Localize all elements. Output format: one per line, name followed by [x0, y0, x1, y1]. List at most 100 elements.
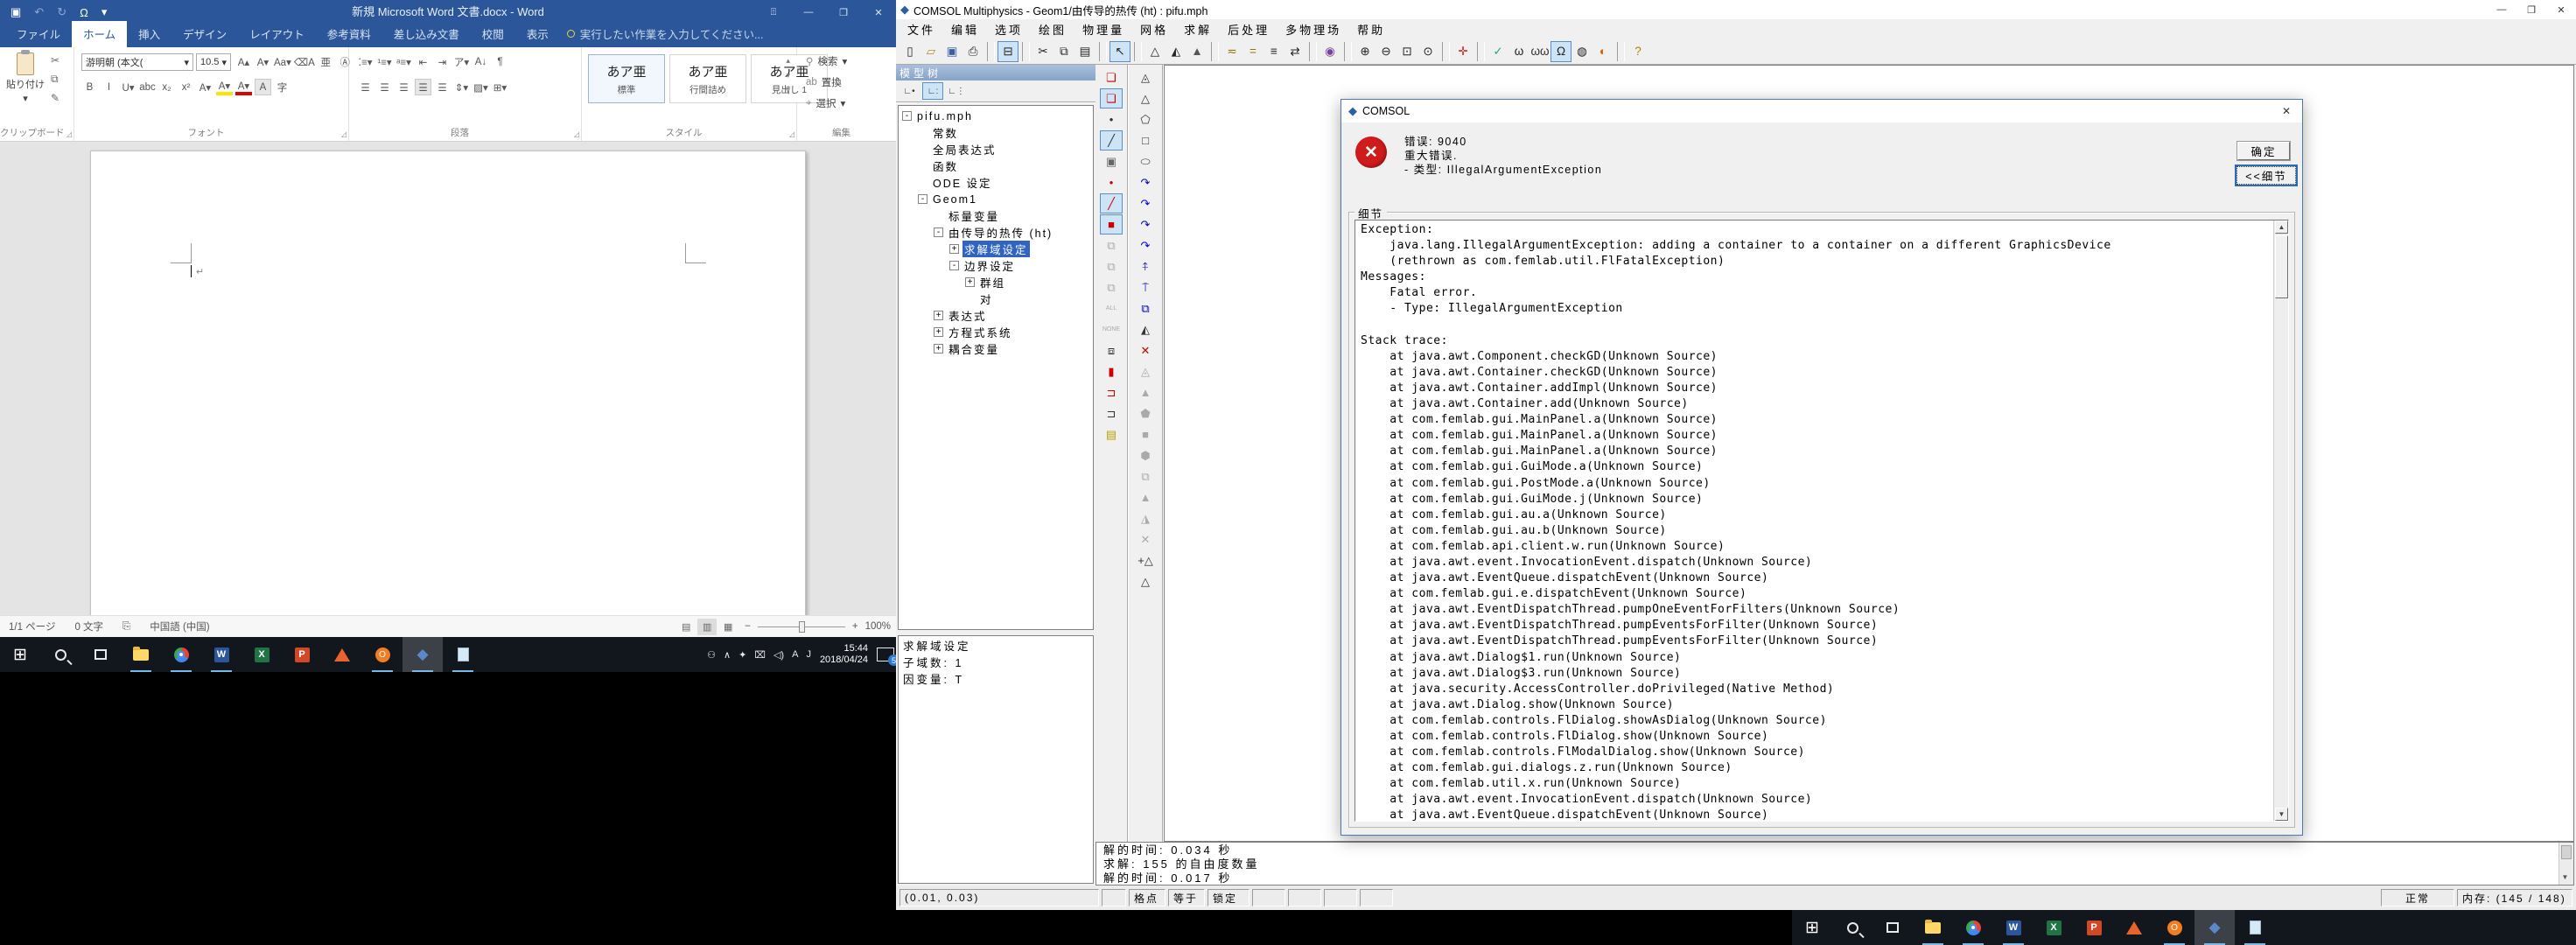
- mesh-initialize-icon[interactable]: ◬: [1134, 67, 1157, 88]
- subscript-button[interactable]: x₂: [158, 79, 175, 95]
- menu-item[interactable]: 选项: [987, 21, 1031, 38]
- font-name-select[interactable]: 游明朝 (本文(▾: [81, 53, 193, 71]
- message-log[interactable]: 解的时间: 0.034 秒求解: 155 的自由度数量解的时间: 0.017 秒…: [1096, 842, 2574, 886]
- ribbon-tab[interactable]: デザイン: [172, 21, 238, 47]
- thermometer-icon[interactable]: ▮: [1100, 361, 1123, 382]
- maximize-button[interactable]: ❐: [2516, 0, 2546, 19]
- mesh-mode-icon[interactable]: ◍: [1572, 41, 1592, 62]
- ribbon-tab[interactable]: 挿入: [127, 21, 172, 47]
- tree-item[interactable]: - pifu.mph: [899, 108, 1093, 124]
- convert-to-face-icon[interactable]: ↷: [1134, 193, 1157, 214]
- toolbar-button[interactable]: [987, 42, 995, 61]
- ime-a-icon[interactable]: A: [792, 649, 798, 661]
- toolbar-button[interactable]: [1099, 42, 1107, 61]
- styles-more-icon[interactable]: ⊽: [785, 86, 791, 95]
- toolbar-button[interactable]: [1211, 42, 1219, 61]
- asian-layout-button[interactable]: ア▾: [453, 53, 470, 70]
- scroll-down-icon[interactable]: ▼: [2561, 872, 2572, 883]
- mesh-quality-icon[interactable]: ◭: [1134, 319, 1157, 340]
- styles-scroll-down-icon[interactable]: ▾: [786, 71, 790, 80]
- dialog-launcher-icon[interactable]: ◿: [66, 130, 72, 138]
- text-effects-button[interactable]: A▾: [197, 79, 214, 95]
- copy-icon[interactable]: ⧉: [51, 73, 60, 86]
- status-cell[interactable]: [1360, 889, 1393, 906]
- draw-line-icon[interactable]: ╱: [1100, 130, 1123, 150]
- tree-item[interactable]: - Geom1: [899, 191, 1093, 207]
- task-view-button[interactable]: [80, 637, 121, 672]
- print-icon[interactable]: ⎙: [962, 41, 984, 62]
- extrude-icon[interactable]: ⍏: [1134, 256, 1157, 276]
- start-button[interactable]: ⊞: [0, 637, 40, 672]
- multilevel-list-button[interactable]: ᵃ≡▾: [396, 53, 412, 70]
- increase-indent-button[interactable]: ⇥: [434, 53, 451, 70]
- details-scrollbar[interactable]: ▲ ▼: [2273, 220, 2288, 821]
- read-mode-button[interactable]: ▤: [676, 619, 696, 635]
- rect-red-icon[interactable]: ■: [1100, 214, 1123, 234]
- powerpoint-icon[interactable]: P: [2074, 910, 2114, 945]
- dialog-launcher-icon[interactable]: ◿: [341, 130, 346, 138]
- ribbon-tab[interactable]: ホーム: [72, 21, 127, 47]
- select-all-icon[interactable]: ALL: [1100, 298, 1123, 318]
- bullets-button[interactable]: ⁚≡▾: [357, 53, 374, 70]
- comsol-icon[interactable]: ◆: [402, 637, 443, 672]
- font-color-button[interactable]: A▾: [235, 79, 252, 95]
- strikethrough-button[interactable]: abc: [139, 79, 156, 95]
- ruler-icon[interactable]: ▤: [1100, 424, 1123, 444]
- tree-expand-toggle[interactable]: -: [918, 194, 928, 204]
- delete-mesh-icon[interactable]: ✕: [1134, 340, 1157, 360]
- ribbon-tab[interactable]: 校閲: [471, 21, 515, 47]
- solid-tool-1-icon[interactable]: ▲: [1134, 382, 1157, 402]
- details-text-area[interactable]: Exception: java.lang.IllegalArgumentExce…: [1354, 220, 2289, 822]
- volume-icon[interactable]: ◁): [774, 649, 784, 661]
- tree-view-all-icon[interactable]: ∟⋮: [946, 82, 967, 100]
- align-left-button[interactable]: ☰: [357, 79, 374, 95]
- tree-expand-toggle[interactable]: -: [902, 111, 912, 121]
- tree-expand-toggle[interactable]: +: [934, 344, 943, 354]
- bold-button[interactable]: B: [81, 79, 98, 95]
- network-icon[interactable]: ⌧: [754, 649, 766, 661]
- omega-double-icon[interactable]: ωω: [1530, 41, 1550, 62]
- revolve-icon[interactable]: ⍑: [1134, 277, 1157, 298]
- select-pointer-icon[interactable]: ↖: [1110, 41, 1130, 62]
- tree-item[interactable]: 标量变量: [899, 207, 1093, 224]
- scroll-up-icon[interactable]: ▲: [2275, 220, 2288, 234]
- style-card[interactable]: あア亜 行間詰め: [669, 54, 746, 103]
- enclosed-character-button[interactable]: 字: [274, 79, 290, 95]
- solid-tool-5-icon[interactable]: ⧉: [1134, 466, 1157, 486]
- save-icon[interactable]: ▣: [942, 41, 962, 62]
- character-shading-button[interactable]: A: [255, 79, 271, 95]
- font-size-select[interactable]: 10.5▾: [196, 53, 231, 71]
- task-view-button[interactable]: [1872, 910, 1913, 945]
- decrease-indent-button[interactable]: ⇤: [415, 53, 431, 70]
- underline-button[interactable]: U▾: [120, 79, 136, 95]
- tree-item[interactable]: + 群组: [899, 274, 1093, 290]
- solver-parameters-icon[interactable]: ≂: [1222, 41, 1242, 62]
- draw-rect-gray-icon[interactable]: ▣: [1100, 151, 1123, 172]
- array-copy-icon[interactable]: ⧉: [1134, 298, 1157, 318]
- cut-icon[interactable]: ✂: [51, 54, 60, 66]
- physics-settings-omega-icon[interactable]: Ω: [1550, 41, 1572, 62]
- transform-scale-icon[interactable]: ⧉: [1100, 277, 1123, 298]
- equal-toggle[interactable]: 等于: [1168, 889, 1205, 906]
- model-tree-toggle-icon[interactable]: ⊟: [998, 41, 1018, 62]
- dropbox-icon[interactable]: ✦: [738, 649, 746, 661]
- convert-to-point-icon[interactable]: ↷: [1134, 235, 1157, 256]
- tree-item[interactable]: + 表达式: [899, 307, 1093, 324]
- justify-button[interactable]: ☰: [415, 79, 431, 95]
- solid-tool-4-icon[interactable]: ⬢: [1134, 445, 1157, 466]
- select-none-icon[interactable]: NONE: [1100, 319, 1123, 340]
- styles-scroll-up-icon[interactable]: ▴: [786, 56, 790, 66]
- check-geometry-icon[interactable]: ✓: [1488, 41, 1508, 62]
- zoom-slider-knob[interactable]: [799, 621, 805, 633]
- numbering-button[interactable]: ¹≡▾: [376, 53, 393, 70]
- word-icon[interactable]: W: [201, 637, 242, 672]
- draw-polygon-icon[interactable]: ⬠: [1134, 109, 1157, 130]
- menu-item[interactable]: 网格: [1132, 21, 1176, 38]
- menu-item[interactable]: 物理量: [1074, 21, 1132, 38]
- notepad-icon[interactable]: [443, 637, 483, 672]
- cut-icon[interactable]: ✂: [1032, 41, 1054, 62]
- mesh-refine-disabled-icon[interactable]: ◬: [1134, 361, 1157, 382]
- door-entry-icon[interactable]: ⊐: [1100, 382, 1123, 402]
- document-page[interactable]: ↵: [90, 150, 806, 615]
- help-icon[interactable]: ?: [1628, 41, 1648, 62]
